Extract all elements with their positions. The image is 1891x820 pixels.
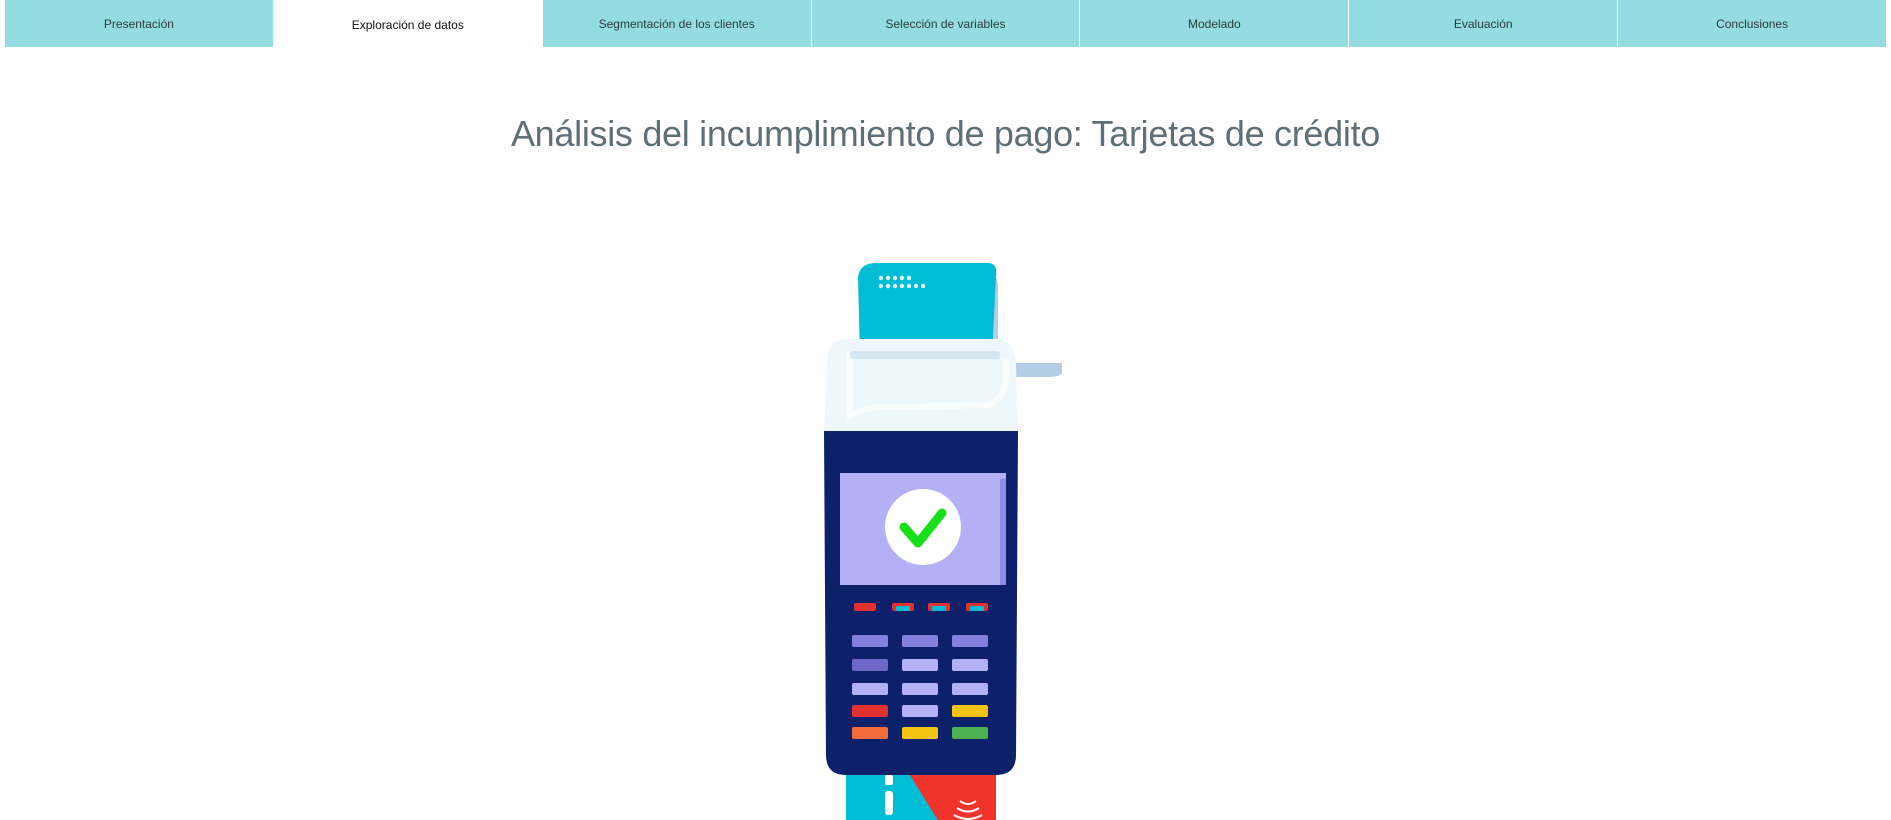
tab-evaluacion[interactable]: Evaluación [1349, 0, 1619, 47]
page: Presentación Exploración de datos Segmen… [0, 0, 1891, 820]
tab-modelado[interactable]: Modelado [1080, 0, 1350, 47]
tab-presentacion[interactable]: Presentación [5, 0, 274, 47]
tab-segmentacion-de-los-clientes[interactable]: Segmentación de los clientes [542, 0, 812, 47]
tab-conclusiones[interactable]: Conclusiones [1618, 0, 1887, 47]
tab-exploracion-de-datos[interactable]: Exploración de datos [273, 0, 543, 47]
credit-card-icon [846, 775, 996, 820]
page-title: Análisis del incumplimiento de pago: Tar… [510, 113, 1381, 154]
payment-terminal-illustration [810, 255, 1070, 820]
checkmark-icon [885, 489, 961, 565]
tab-seleccion-de-variables[interactable]: Selección de variables [811, 0, 1081, 47]
tab-bar: Presentación Exploración de datos Segmen… [5, 0, 1887, 47]
